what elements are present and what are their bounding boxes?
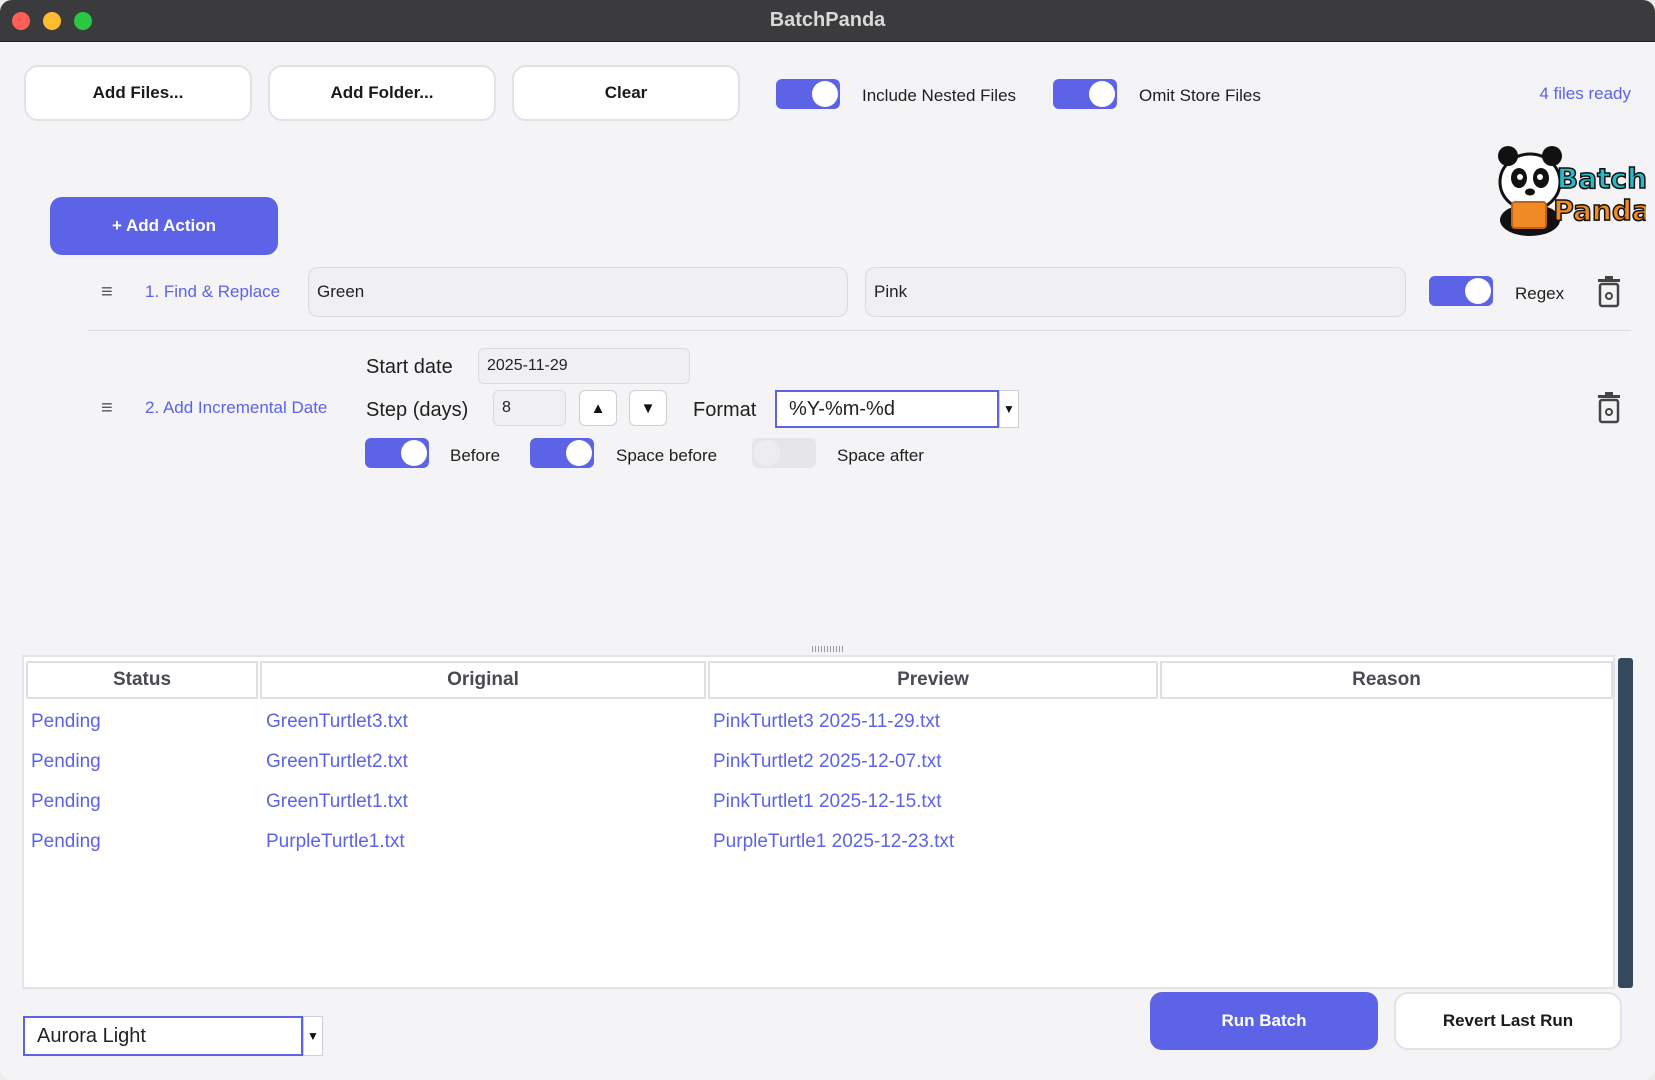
logo-word-panda: Panda: [1553, 194, 1646, 227]
replace-input[interactable]: Pink: [865, 267, 1406, 317]
add-action-button[interactable]: + Add Action: [50, 197, 278, 255]
files-ready-status: 4 files ready: [1539, 84, 1631, 103]
window-title: BatchPanda: [769, 9, 886, 31]
drag-handle-icon[interactable]: ≡: [101, 397, 113, 420]
original-cell: GreenTurtlet2.txt: [266, 751, 408, 772]
column-header-status[interactable]: Status: [26, 661, 258, 699]
space-after-toggle[interactable]: [752, 438, 816, 468]
table-row[interactable]: Pending PurpleTurtle1.txt PurpleTurtle1 …: [24, 825, 1613, 865]
table-row[interactable]: Pending GreenTurtlet2.txt PinkTurtlet2 2…: [24, 745, 1613, 785]
app-window: BatchPanda Add Files... Add Folder... Cl…: [0, 0, 1655, 1080]
step-days-input[interactable]: 8: [493, 390, 566, 426]
revert-last-run-button[interactable]: Revert Last Run: [1394, 992, 1622, 1050]
format-label: Format: [693, 399, 757, 421]
start-date-input[interactable]: 2025-11-29: [478, 348, 690, 384]
original-cell: GreenTurtlet1.txt: [266, 791, 408, 812]
trash-icon[interactable]: [1596, 392, 1622, 424]
incremental-date-title: 2. Add Incremental Date: [145, 398, 328, 417]
add-folder-button[interactable]: Add Folder...: [268, 65, 496, 121]
find-replace-title: 1. Find & Replace: [145, 282, 281, 301]
results-table: Status Original Preview Reason Pending G…: [22, 655, 1615, 989]
toggle-knob: [401, 440, 427, 466]
action-divider: [88, 330, 1631, 331]
include-nested-toggle[interactable]: [776, 79, 840, 109]
trash-icon[interactable]: [1596, 276, 1622, 308]
space-after-label: Space after: [837, 446, 924, 465]
dropdown-arrow-icon[interactable]: ▼: [999, 390, 1019, 428]
step-days-label: Step (days): [366, 399, 469, 421]
run-batch-button[interactable]: Run Batch: [1150, 992, 1378, 1050]
drag-handle-icon[interactable]: ≡: [101, 281, 113, 304]
preview-cell: PinkTurtlet1 2025-12-15.txt: [713, 791, 942, 812]
clear-button[interactable]: Clear: [512, 65, 740, 121]
column-header-original[interactable]: Original: [260, 661, 706, 699]
chevron-up-icon[interactable]: ▲: [579, 390, 617, 426]
panda-logo-graphic: Batch Panda: [1498, 146, 1652, 236]
panel-splitter-handle[interactable]: [812, 646, 844, 652]
title-bar: BatchPanda: [0, 0, 1655, 42]
table-row[interactable]: Pending GreenTurtlet1.txt PinkTurtlet1 2…: [24, 785, 1613, 825]
original-cell: GreenTurtlet3.txt: [266, 711, 408, 732]
status-cell: Pending: [31, 711, 101, 732]
chevron-down-icon[interactable]: ▼: [629, 390, 667, 426]
toggle-knob: [754, 440, 780, 466]
dropdown-arrow-icon[interactable]: ▼: [303, 1016, 323, 1056]
preview-cell: PurpleTurtle1 2025-12-23.txt: [713, 831, 955, 852]
toggle-knob: [1089, 81, 1115, 107]
toggle-knob: [1465, 278, 1491, 304]
theme-select[interactable]: Aurora Light: [23, 1016, 303, 1056]
status-cell: Pending: [31, 791, 101, 812]
table-scrollbar[interactable]: [1618, 658, 1633, 988]
column-header-reason[interactable]: Reason: [1160, 661, 1613, 699]
preview-cell: PinkTurtlet2 2025-12-07.txt: [713, 751, 942, 772]
regex-label: Regex: [1515, 284, 1565, 303]
trash-icon-graphic: [1598, 276, 1620, 308]
omit-store-label: Omit Store Files: [1139, 86, 1261, 105]
status-cell: Pending: [31, 751, 101, 772]
logo-word-batch: Batch: [1557, 162, 1646, 195]
status-cell: Pending: [31, 831, 101, 852]
toggle-knob: [812, 81, 838, 107]
toggle-knob: [566, 440, 592, 466]
trash-icon-graphic: [1598, 392, 1620, 424]
panda-logo: Batch Panda: [1490, 136, 1652, 236]
omit-store-toggle[interactable]: [1053, 79, 1117, 109]
find-input[interactable]: Green: [308, 267, 848, 317]
before-label: Before: [450, 446, 501, 465]
include-nested-label: Include Nested Files: [862, 86, 1017, 105]
column-header-preview[interactable]: Preview: [708, 661, 1158, 699]
space-before-label: Space before: [616, 446, 718, 465]
preview-cell: PinkTurtlet3 2025-11-29.txt: [713, 711, 941, 732]
table-row[interactable]: Pending GreenTurtlet3.txt PinkTurtlet3 2…: [24, 705, 1613, 745]
regex-toggle[interactable]: [1429, 276, 1493, 306]
original-cell: PurpleTurtle1.txt: [266, 831, 405, 852]
space-before-toggle[interactable]: [530, 438, 594, 468]
format-input[interactable]: %Y-%m-%d: [775, 390, 999, 428]
add-files-button[interactable]: Add Files...: [24, 65, 252, 121]
start-date-label: Start date: [366, 356, 453, 378]
before-toggle[interactable]: [365, 438, 429, 468]
